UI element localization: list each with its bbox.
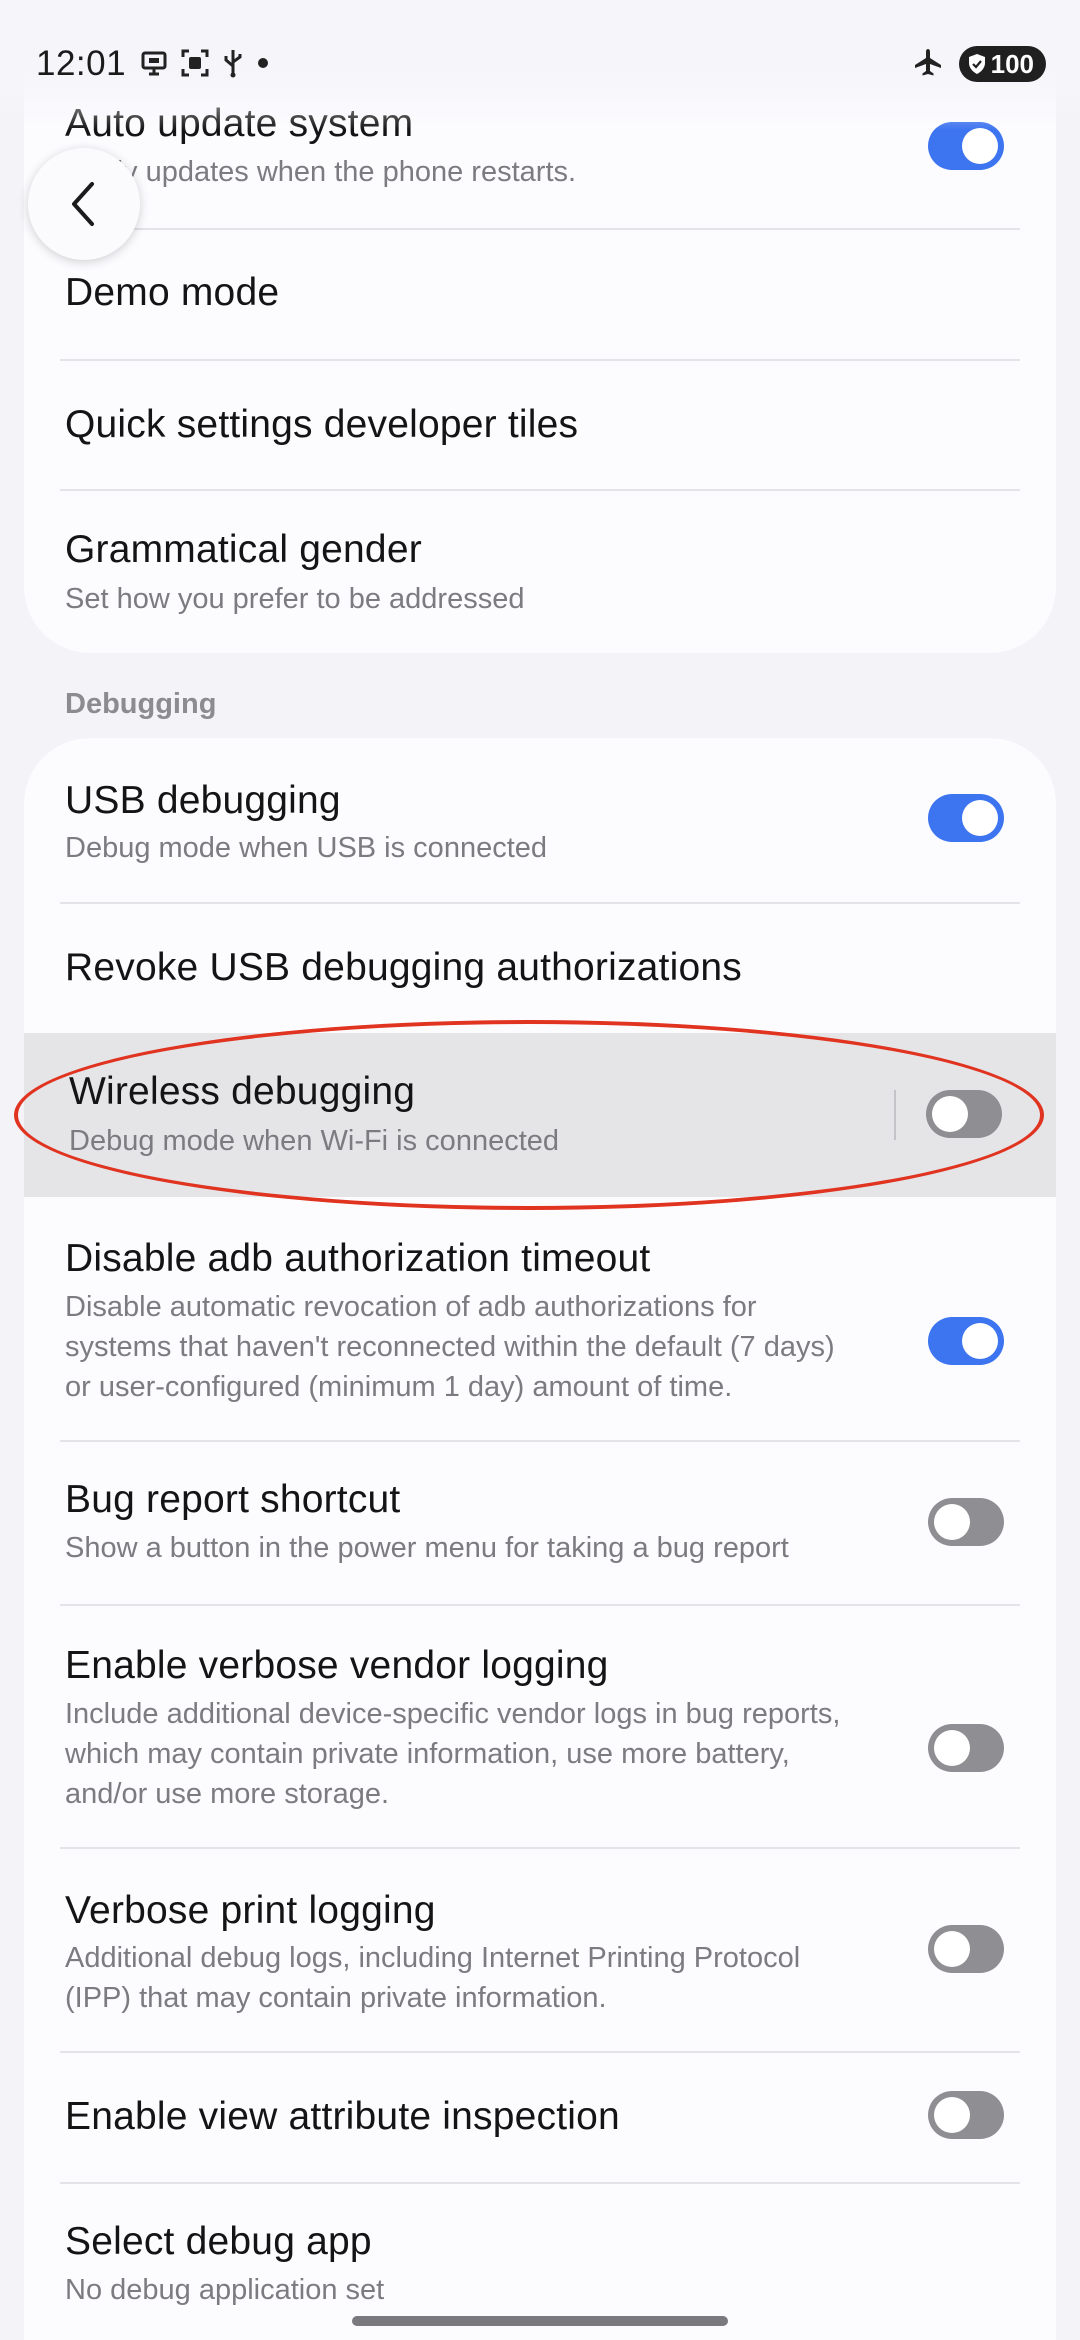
dot-icon — [256, 56, 270, 75]
battery-shield-icon — [968, 54, 985, 74]
auto-update-system-subtitle: Apply updates when the phone restarts. — [65, 156, 577, 188]
wireless-debugging-annotation-ellipse — [14, 1020, 1044, 1210]
enable-verbose-vendor-logging-title: Enable verbose vendor logging — [65, 1644, 609, 1687]
chevron-left-icon — [72, 182, 94, 226]
quick-settings-developer-tiles-row[interactable]: Quick settings developer tiles — [24, 361, 1056, 491]
disable-adb-authorization-timeout-title: Disable adb authorization timeout — [65, 1237, 651, 1280]
battery-indicator: 100 — [958, 46, 1046, 82]
airplane-mode-icon — [913, 47, 943, 82]
usb-debugging-title: USB debugging — [65, 779, 341, 822]
enable-view-attribute-inspection-row[interactable]: Enable view attribute inspection — [24, 2053, 1056, 2182]
status-bar: 12:01 100 — [0, 0, 1080, 130]
enable-verbose-vendor-logging-subtitle-line-1: Include additional device-specific vendo… — [65, 1698, 841, 1730]
bug-report-shortcut-row[interactable]: Bug report shortcut Show a button in the… — [24, 1442, 1056, 1604]
grammatical-gender-title: Grammatical gender — [65, 528, 422, 571]
grammatical-gender-row[interactable]: Grammatical gender Set how you prefer to… — [24, 491, 1056, 651]
status-right: 100 — [913, 46, 1046, 82]
verbose-print-logging-toggle[interactable] — [928, 1925, 1004, 1973]
back-button[interactable] — [28, 148, 140, 260]
battery-level: 100 — [990, 48, 1034, 79]
screen-cast-icon — [140, 49, 168, 82]
bug-report-shortcut-title: Bug report shortcut — [65, 1478, 401, 1521]
enable-view-attribute-inspection-toggle[interactable] — [928, 2091, 1004, 2139]
usb-icon — [222, 48, 244, 83]
demo-mode-row[interactable]: Demo mode — [24, 230, 1056, 360]
verbose-print-logging-title: Verbose print logging — [65, 1889, 436, 1932]
usb-debugging-toggle[interactable] — [928, 794, 1004, 842]
verbose-print-logging-subtitle-line-1: Additional debug logs, including Interne… — [65, 1942, 801, 1974]
debugging-section-header: Debugging — [65, 688, 217, 720]
disable-adb-authorization-timeout-subtitle-line-1: Disable automatic revocation of adb auth… — [65, 1291, 757, 1323]
enable-verbose-vendor-logging-subtitle-line-2: which may contain private information, u… — [65, 1738, 790, 1770]
grammatical-gender-subtitle: Set how you prefer to be addressed — [65, 583, 525, 615]
quick-settings-developer-tiles-title: Quick settings developer tiles — [65, 403, 579, 446]
home-indicator[interactable] — [352, 2316, 728, 2326]
verbose-print-logging-subtitle-line-2: (IPP) that may contain private informati… — [65, 1982, 607, 2014]
developer-options-screen: Auto update system Apply updates when th… — [0, 0, 1080, 2340]
enable-view-attribute-inspection-title: Enable view attribute inspection — [65, 2095, 620, 2138]
usb-debugging-subtitle: Debug mode when USB is connected — [65, 832, 548, 864]
disable-adb-authorization-timeout-toggle[interactable] — [928, 1317, 1004, 1365]
revoke-usb-debugging-authorizations-title: Revoke USB debugging authorizations — [65, 946, 742, 989]
bug-report-shortcut-toggle[interactable] — [928, 1498, 1004, 1546]
status-time: 12:01 — [36, 44, 127, 83]
demo-mode-title: Demo mode — [65, 271, 280, 314]
enable-verbose-vendor-logging-subtitle-line-3: and/or use more storage. — [65, 1778, 390, 1810]
verbose-print-logging-row[interactable]: Verbose print logging Additional debug l… — [24, 1849, 1056, 2051]
disable-adb-authorization-timeout-row[interactable]: Disable adb authorization timeout Disabl… — [24, 1197, 1056, 1440]
disable-adb-authorization-timeout-subtitle-line-3: or user-configured (minimum 1 day) amoun… — [65, 1371, 733, 1403]
status-icons — [140, 48, 270, 82]
select-debug-app-title: Select debug app — [65, 2220, 372, 2263]
usb-debugging-row[interactable]: USB debugging Debug mode when USB is con… — [24, 738, 1056, 902]
disable-adb-authorization-timeout-subtitle-line-2: systems that haven't reconnected within … — [65, 1331, 835, 1363]
enable-verbose-vendor-logging-toggle[interactable] — [928, 1724, 1004, 1772]
screenshot-icon — [180, 48, 210, 83]
enable-verbose-vendor-logging-row[interactable]: Enable verbose vendor logging Include ad… — [24, 1606, 1056, 1847]
bug-report-shortcut-subtitle: Show a button in the power menu for taki… — [65, 1532, 789, 1564]
select-debug-app-subtitle: No debug application set — [65, 2274, 385, 2306]
revoke-usb-debugging-authorizations-row[interactable]: Revoke USB debugging authorizations — [24, 904, 1056, 1033]
